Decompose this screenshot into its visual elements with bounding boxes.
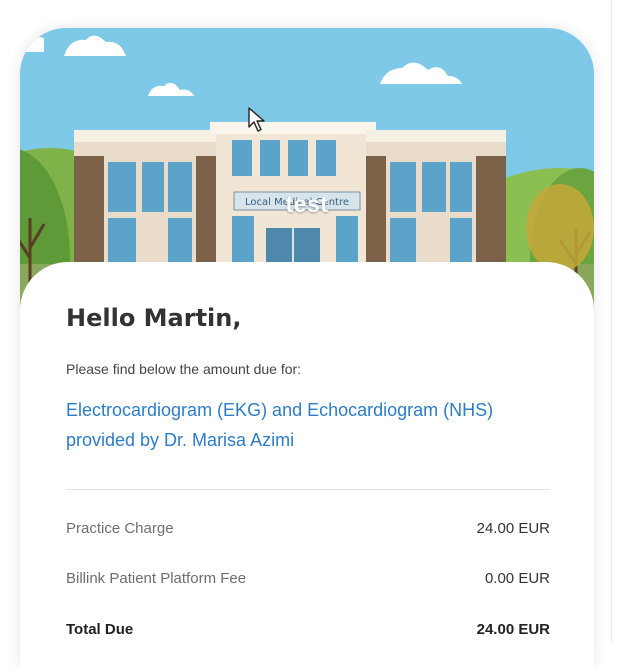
page-edge-divider (611, 0, 612, 643)
intro-text: Please find below the amount due for: (66, 361, 302, 377)
total-label: Total Due (66, 621, 134, 638)
charge-amount: 0.00 EUR (484, 570, 550, 587)
charge-label: Billink Patient Platform Fee (66, 570, 247, 587)
greeting-heading: Hello Martin, (66, 304, 242, 332)
charge-row-practice: Practice Charge 24.00 EUR (66, 520, 550, 537)
section-divider (66, 489, 550, 490)
payment-details: Hello Martin, Please find below the amou… (20, 262, 594, 668)
hero-caption: test (285, 191, 329, 217)
charge-amount: 24.00 EUR (476, 520, 550, 537)
service-description: Electrocardiogram (EKG) and Echocardiogr… (66, 400, 494, 450)
mouse-pointer-icon (248, 107, 265, 132)
payment-card: Local Medical Centre test Hello Martin, … (20, 28, 594, 668)
total-due-row: Total Due 24.00 EUR (66, 621, 550, 638)
total-amount: 24.00 EUR (476, 621, 550, 638)
charge-label: Practice Charge (66, 520, 174, 537)
charge-row-platform-fee: Billink Patient Platform Fee 0.00 EUR (66, 570, 550, 587)
